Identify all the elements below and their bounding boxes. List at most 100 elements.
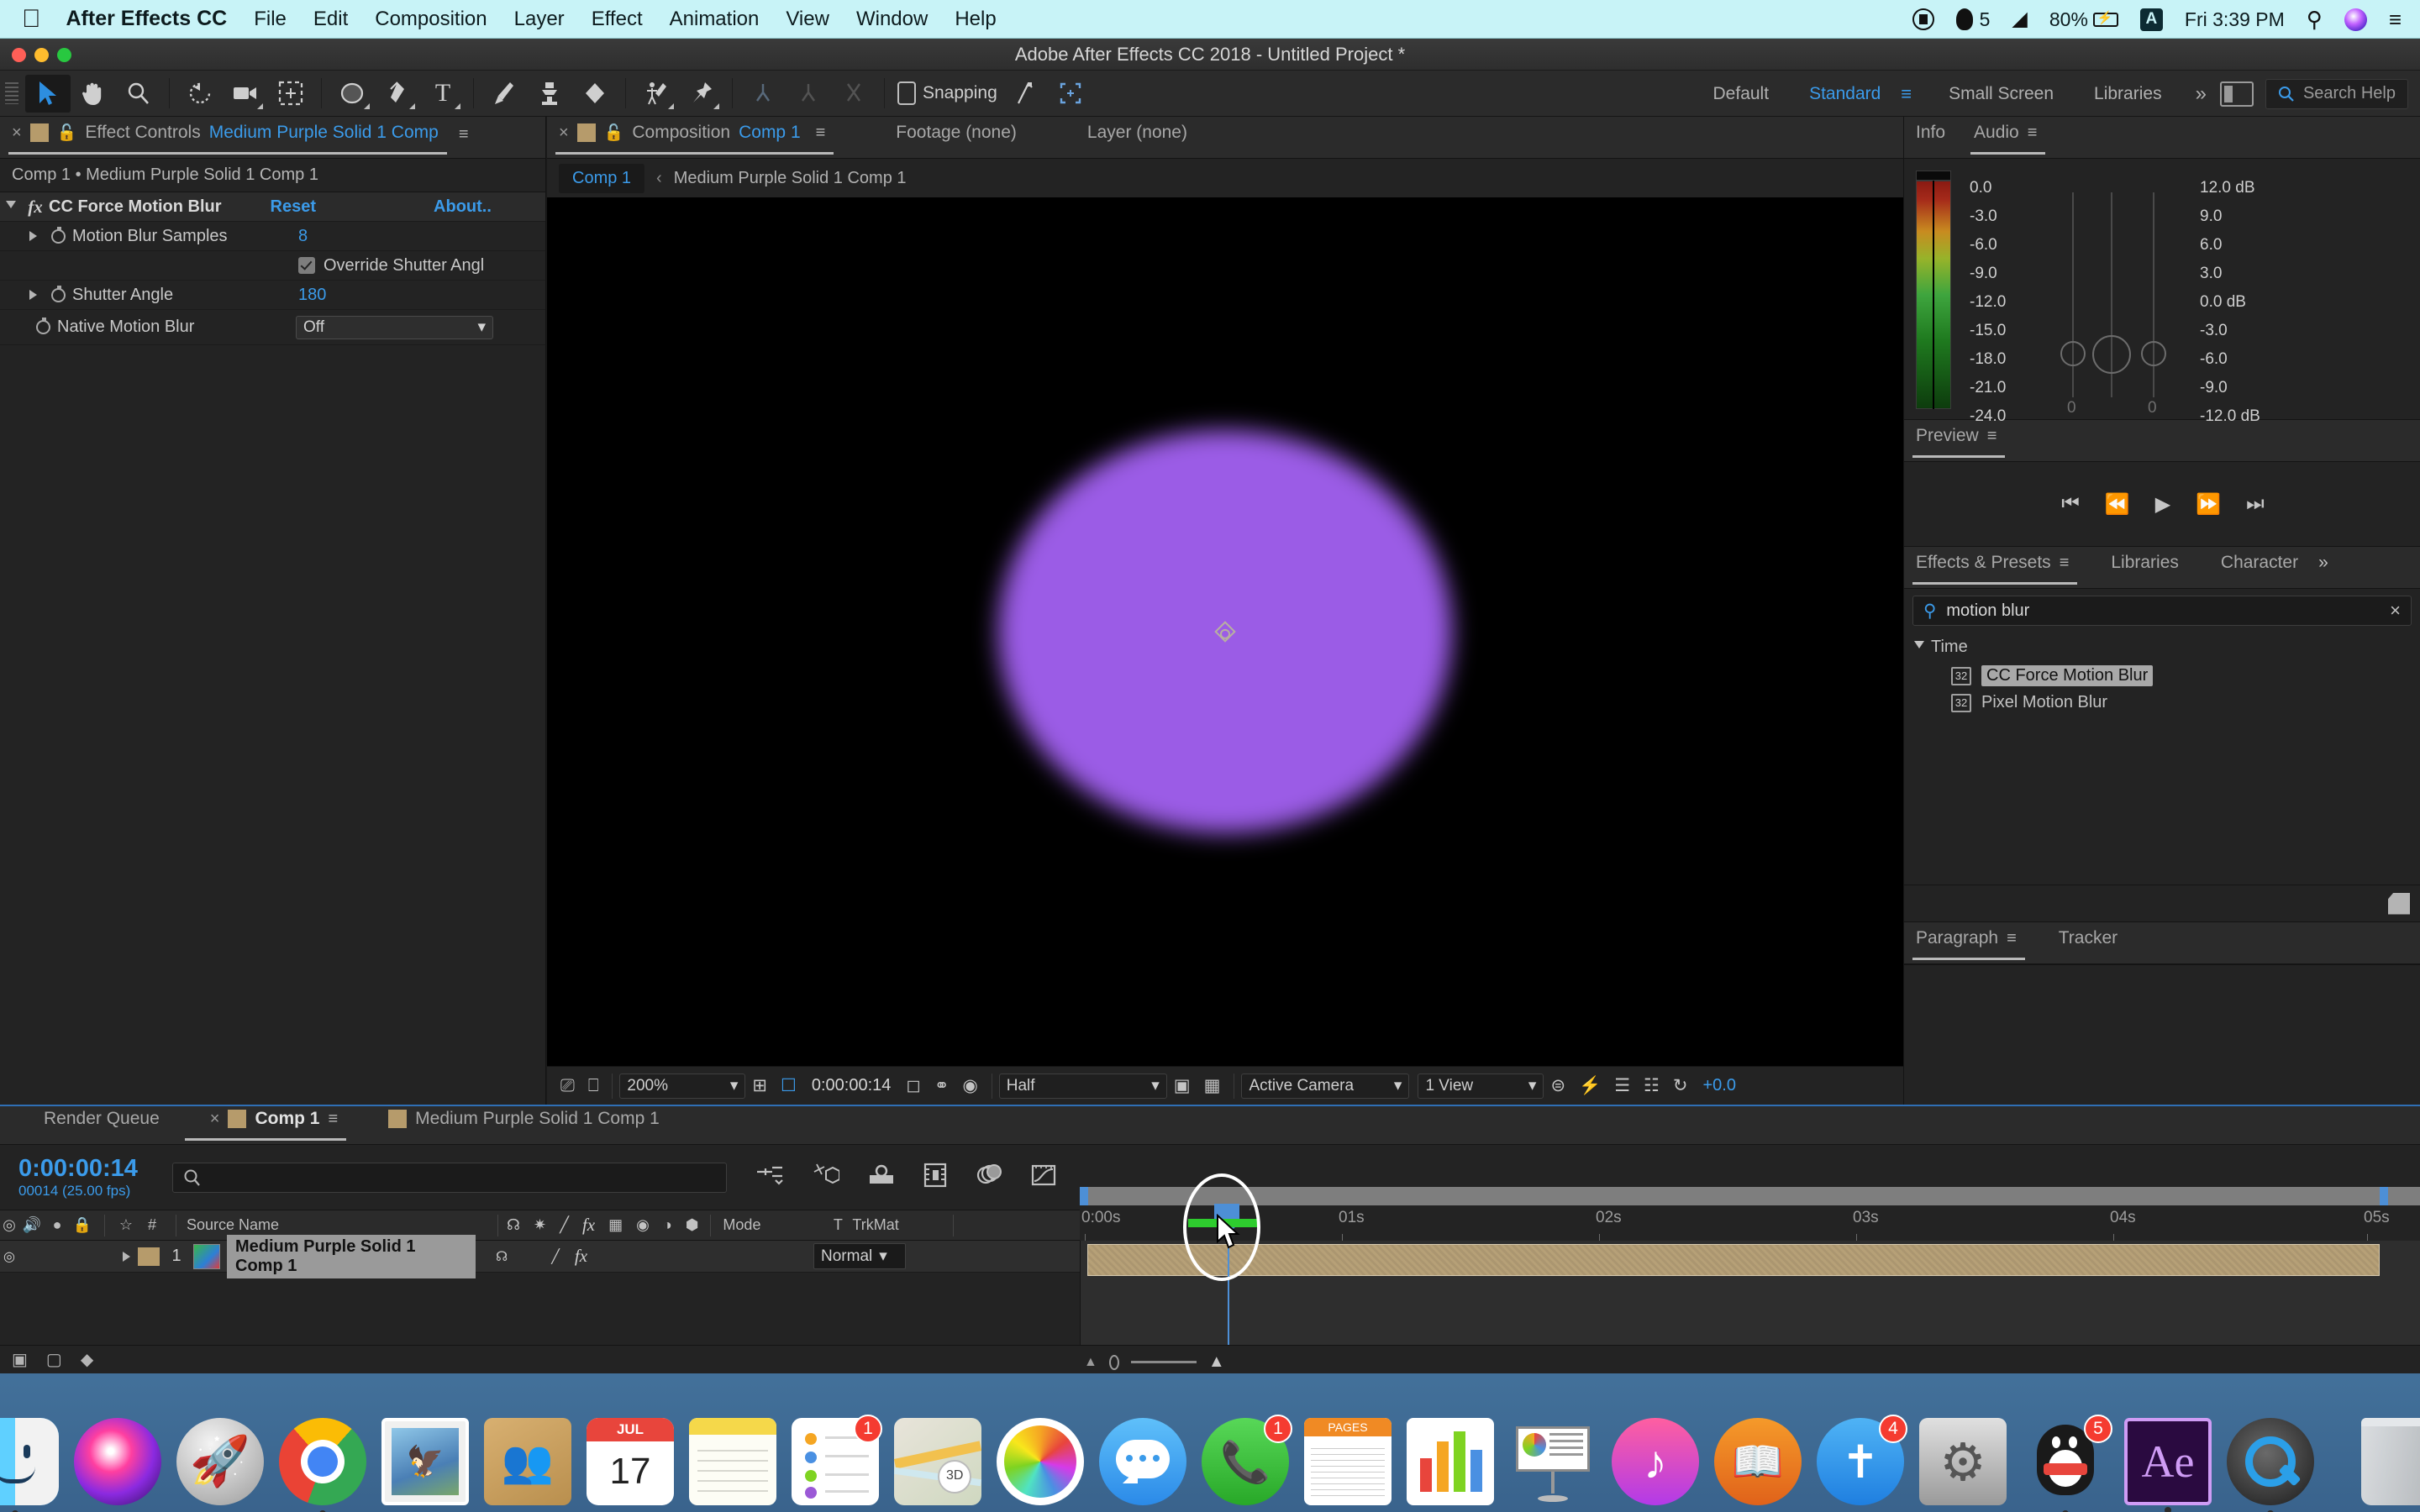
param-value-shutter-angle[interactable]: 180 [298, 286, 326, 305]
native-motion-blur-dropdown[interactable]: Off ▾ [296, 316, 493, 339]
menu-item-edit[interactable]: Edit [313, 8, 348, 31]
dock-item-trash[interactable] [2361, 1418, 2420, 1505]
exposure-value[interactable]: +0.0 [1694, 1076, 1744, 1095]
wifi-icon[interactable]: ◢ [2012, 9, 2027, 29]
zoom-out-icon[interactable]: ▲ [1084, 1355, 1097, 1370]
layer-switches-icon[interactable] [755, 1163, 784, 1191]
roto-brush-tool-icon[interactable] [634, 75, 679, 113]
dock-item-system-preferences[interactable]: ⚙ [1919, 1418, 2007, 1505]
layer-shy-switch[interactable]: ☊ [496, 1248, 508, 1265]
workspace-standard[interactable]: Standard [1789, 84, 1901, 104]
tab-footage[interactable]: Footage (none) [842, 116, 1034, 158]
param-row-motion-blur-samples[interactable]: Motion Blur Samples 8 [0, 222, 545, 251]
param-disclosure-triangle-icon[interactable] [0, 231, 44, 241]
maximize-window-button[interactable] [57, 48, 71, 62]
dock-item-finder[interactable] [0, 1418, 59, 1505]
search-help-field[interactable]: Search Help [2265, 79, 2408, 109]
hide-shy-layers-icon[interactable] [868, 1163, 895, 1191]
column-header-trkmat[interactable]: TrkMat [852, 1216, 953, 1234]
camera-select[interactable]: Active Camera ▾ [1241, 1074, 1409, 1099]
left-fader-value[interactable]: 0 [2067, 399, 2076, 417]
dock-item-maps[interactable]: 3D [894, 1418, 981, 1505]
stopwatch-icon[interactable] [44, 288, 72, 302]
workspace-libraries[interactable]: Libraries [2074, 84, 2182, 104]
comp-renderer-icon[interactable]: ▢ [46, 1349, 62, 1370]
effects-results-list[interactable]: Time 32 CC Force Motion Blur 32 Pixel Mo… [1904, 633, 2420, 885]
toolbar-grip[interactable] [5, 82, 18, 104]
close-window-button[interactable] [12, 48, 26, 62]
pen-tool-icon[interactable] [375, 75, 420, 113]
motion-blur-icon[interactable] [976, 1163, 1002, 1191]
menu-item-help[interactable]: Help [955, 8, 996, 31]
stopwatch-icon[interactable] [44, 229, 72, 244]
pixel-aspect-correction-icon[interactable]: ⊜ [1544, 1075, 1572, 1096]
effect-header-row[interactable]: fx CC Force Motion Blur Reset About.. [0, 192, 545, 222]
timeline-ruler[interactable]: 0:00s 01s 02s 03s 04s 05s [1080, 1184, 2420, 1249]
tab-medium-purple-solid[interactable]: Medium Purple Solid 1 Comp 1 [355, 1102, 676, 1144]
breadcrumb-back-icon[interactable]: ‹ [644, 169, 674, 188]
tab-info[interactable]: Info [1904, 116, 1962, 158]
close-icon[interactable]: × [12, 123, 22, 143]
tab-layer[interactable]: Layer (none) [1034, 116, 1204, 158]
dock-item-contacts[interactable]: 👥 [484, 1418, 571, 1505]
brush-tool-icon[interactable] [481, 75, 527, 113]
viewer-timecode[interactable]: 0:00:00:14 [803, 1076, 900, 1095]
effects-presets-menu-icon[interactable]: ≡ [2060, 554, 2070, 573]
lock-switch-icon[interactable]: 🔒 [69, 1216, 96, 1234]
channel-rgb-icon[interactable]: ◉ [955, 1075, 984, 1096]
right-panel-overflow-icon[interactable]: » [2315, 546, 2335, 588]
new-folder-icon[interactable] [2388, 893, 2410, 915]
audio-switch-icon[interactable]: 🔊 [18, 1216, 45, 1234]
menu-item-animation[interactable]: Animation [670, 8, 760, 31]
tab-effect-controls[interactable]: × 🔓 Effect Controls Medium Purple Solid … [0, 116, 455, 158]
override-shutter-angle-checkbox[interactable] [298, 257, 315, 274]
column-header-source-name[interactable]: Source Name [187, 1216, 489, 1234]
snapping-toggle[interactable]: Snapping [892, 81, 1002, 105]
dock-item-itunes[interactable]: ♪ [1612, 1418, 1699, 1505]
composition-menu-icon[interactable]: ≡ [816, 123, 826, 143]
param-value-motion-blur-samples[interactable]: 8 [298, 227, 308, 246]
dock-item-siri[interactable] [74, 1418, 161, 1505]
tab-character[interactable]: Character [2196, 546, 2315, 588]
layer-duration-bar[interactable] [1087, 1244, 2380, 1276]
workspace-small-screen[interactable]: Small Screen [1928, 84, 2074, 104]
spotlight-search-icon[interactable]: ⚲ [2307, 7, 2323, 33]
dock-item-pages[interactable]: PAGES [1304, 1418, 1392, 1505]
timeline-track-area[interactable] [1080, 1241, 2420, 1345]
effect-about-button[interactable]: About.. [434, 197, 492, 217]
zoom-level-select[interactable]: 200% ▾ [619, 1074, 745, 1099]
menu-item-file[interactable]: File [254, 8, 287, 31]
close-icon[interactable]: × [210, 1110, 220, 1129]
close-icon[interactable]: × [559, 123, 569, 143]
menu-item-window[interactable]: Window [856, 8, 928, 31]
tab-preview[interactable]: Preview ≡ [1904, 419, 2013, 461]
timeline-search-field[interactable] [172, 1163, 727, 1193]
snap-bounds-icon[interactable] [1048, 75, 1093, 113]
preview-menu-icon[interactable]: ≡ [1987, 427, 1997, 446]
menu-item-composition[interactable]: Composition [375, 8, 487, 31]
adjustment-layer-icon[interactable]: ◑ [663, 1216, 672, 1234]
first-frame-button[interactable]: ⏮ [2061, 492, 2078, 516]
param-row-shutter-angle[interactable]: Shutter Angle 180 [0, 281, 545, 310]
fast-previews-icon[interactable]: ⚡ [1572, 1076, 1607, 1096]
column-header-index[interactable]: # [139, 1216, 166, 1234]
effects-search-input[interactable] [1946, 601, 2380, 621]
transparency-grid-icon[interactable]: ▦ [1197, 1075, 1228, 1096]
param-row-native-motion-blur[interactable]: Native Motion Blur Off ▾ [0, 310, 545, 345]
right-fader-track[interactable] [2153, 192, 2154, 397]
clear-search-icon[interactable]: × [2390, 600, 2401, 622]
layer-label-color[interactable] [138, 1247, 160, 1266]
layer-source-name[interactable]: Medium Purple Solid 1 Comp 1 [227, 1235, 476, 1278]
left-fader-knob[interactable] [2060, 341, 2086, 366]
snap-vertex-icon[interactable] [1002, 75, 1048, 113]
right-fader-knob[interactable] [2141, 341, 2166, 366]
master-fader-knob[interactable] [2092, 335, 2131, 374]
breadcrumb-child[interactable]: Medium Purple Solid 1 Comp 1 [674, 169, 907, 188]
paragraph-menu-icon[interactable]: ≡ [2007, 929, 2017, 948]
quality-icon[interactable]: ╱ [560, 1216, 569, 1234]
frame-blend-icon[interactable]: ▦ [608, 1216, 623, 1234]
menu-item-view[interactable]: View [786, 8, 829, 31]
composition-viewport[interactable] [547, 197, 1903, 1066]
effect-item-pixel-motion-blur[interactable]: 32 Pixel Motion Blur [1904, 690, 2420, 716]
clock-label[interactable]: Fri 3:39 PM [2185, 8, 2285, 31]
